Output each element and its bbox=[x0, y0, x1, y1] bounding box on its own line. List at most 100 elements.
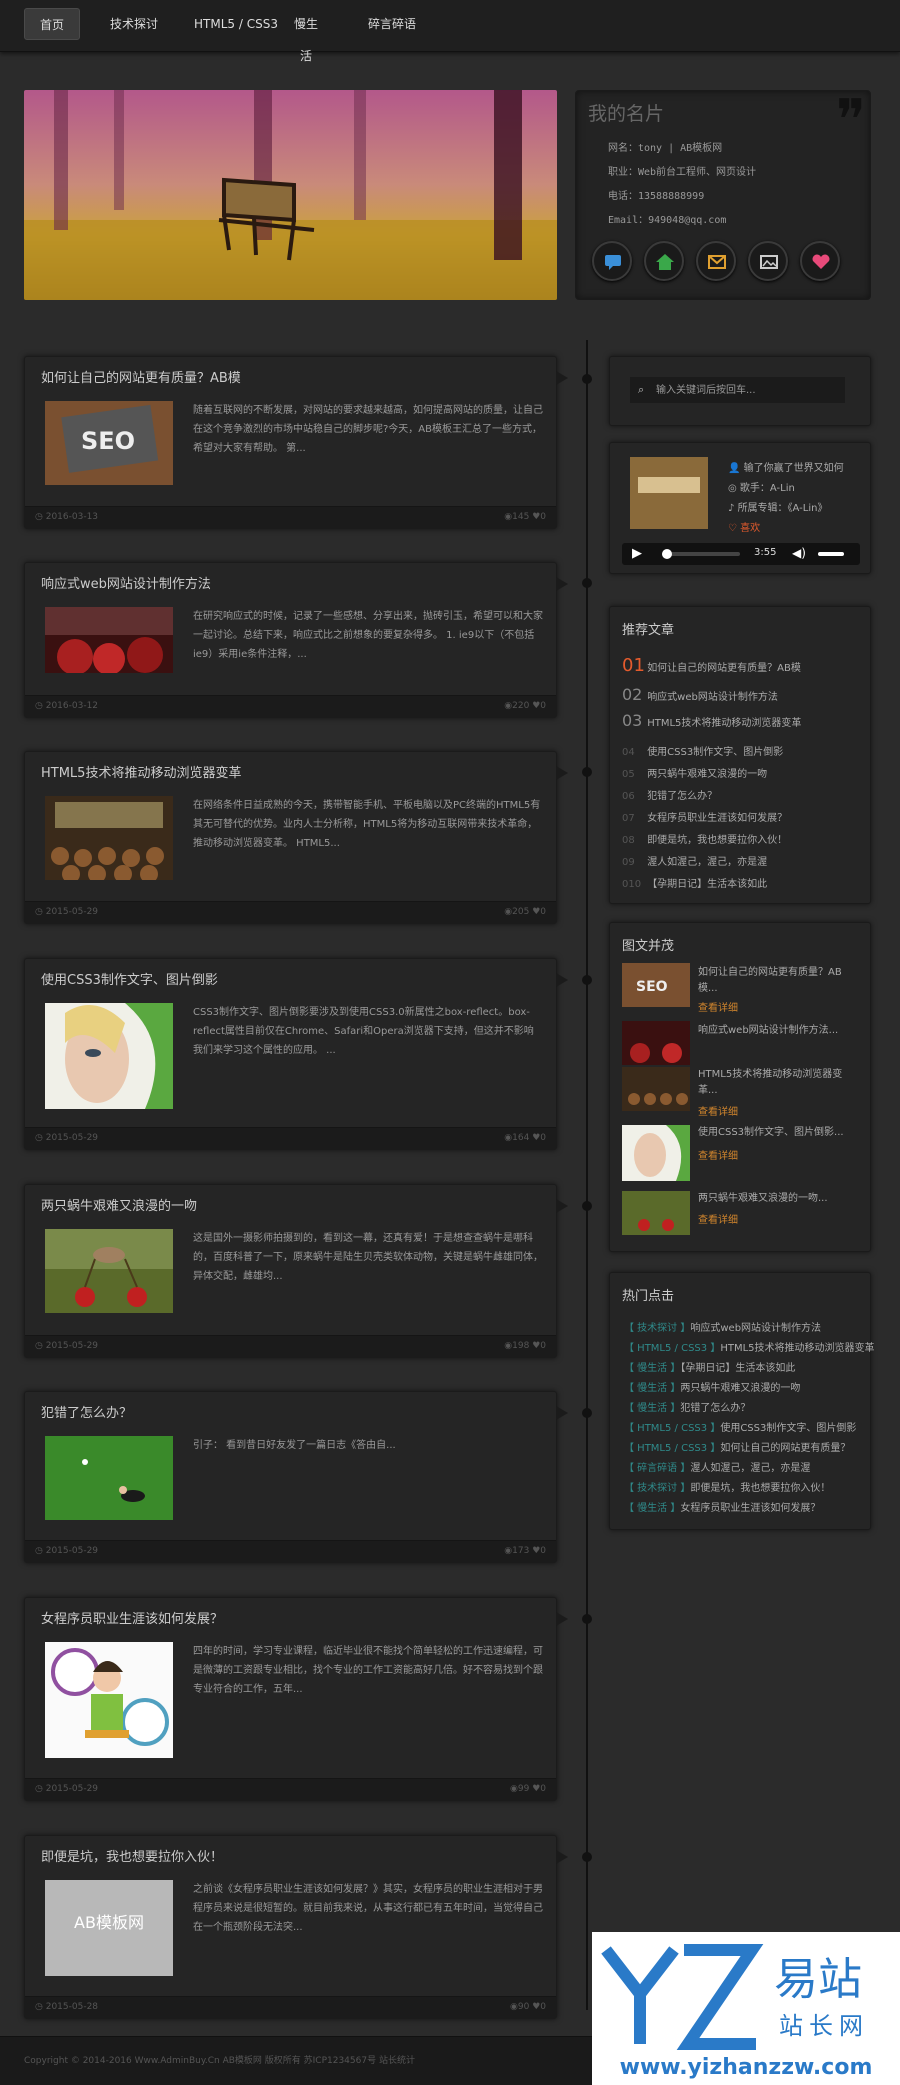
hot-item[interactable]: 【 慢生活 】犯错了怎么办？ bbox=[624, 1399, 750, 1414]
search-input[interactable] bbox=[630, 377, 845, 403]
song-title: 👤 输了你赢了世界又如何 bbox=[728, 463, 844, 474]
recommend-item[interactable]: 08 即便是坑，我也想要拉你入伙！ bbox=[622, 831, 787, 846]
quote-icon: ❞ bbox=[835, 88, 866, 153]
hot-item[interactable]: 【 慢生活 】两只蜗牛艰难又浪漫的一吻 bbox=[624, 1379, 800, 1394]
post-card[interactable]: 女程序员职业生涯该如何发展？ 四年的时间，学习专业课程，临近毕业很不能找个简单轻… bbox=[24, 1597, 568, 1801]
post-date: ◷ 2016-03-12 bbox=[35, 701, 99, 711]
nav-item-notes[interactable]: 碎言碎语 bbox=[350, 8, 434, 40]
post-thumbnail-football[interactable] bbox=[45, 1436, 173, 1520]
progress-handle[interactable] bbox=[662, 549, 672, 559]
post-title[interactable]: HTML5技术将推动移动浏览器变革 bbox=[41, 762, 241, 781]
post-stats: ◉220 ♥0 bbox=[504, 701, 546, 711]
timeline-dot bbox=[582, 374, 592, 384]
picnews-item-title[interactable]: HTML5技术将推动移动浏览器变革... bbox=[698, 1067, 858, 1099]
post-thumbnail-logo[interactable]: AB模板网 bbox=[45, 1880, 173, 1976]
picnews-item-title[interactable]: 使用CSS3制作文字、图片倒影... bbox=[698, 1125, 858, 1141]
home-icon[interactable] bbox=[644, 241, 684, 281]
post-arrow bbox=[556, 766, 568, 780]
progress-bar[interactable] bbox=[662, 552, 740, 556]
volume-icon[interactable]: ◀) bbox=[792, 546, 806, 560]
timeline-dot bbox=[582, 975, 592, 985]
post-card[interactable]: 两只蜗牛艰难又浪漫的一吻 这是国外一摄影师拍摄到的，看到这一幕，还真有爱！于是想… bbox=[24, 1184, 568, 1358]
timeline-dot bbox=[582, 1201, 592, 1211]
post-date: ◷ 2015-05-29 bbox=[35, 1341, 99, 1351]
recommend-item[interactable]: 07 女程序员职业生涯该如何发展？ bbox=[622, 809, 787, 824]
recommend-item[interactable]: 06 犯错了怎么办？ bbox=[622, 787, 717, 802]
recommend-item[interactable]: 03 HTML5技术将推动移动浏览器变革 bbox=[622, 711, 801, 730]
watermark-url: www.yizhanzzw.com bbox=[620, 2055, 873, 2080]
picnews-box: 图文并茂 SEO 如何让自己的网站更有质量？AB模... 查看详细 响应式web… bbox=[609, 922, 871, 1252]
post-footer: ◷ 2015-05-29 ◉205 ♥0 bbox=[25, 901, 556, 923]
post-card[interactable]: 即便是坑，我也想要拉你入伙！ AB模板网 之前谈《女程序员职业生涯该如何发展？》… bbox=[24, 1835, 568, 2019]
post-thumbnail-snails[interactable] bbox=[45, 1229, 173, 1313]
post-title[interactable]: 如何让自己的网站更有质量？AB模 bbox=[41, 367, 241, 386]
post-stats: ◉164 ♥0 bbox=[504, 1133, 546, 1143]
post-thumbnail-programmer[interactable] bbox=[45, 1642, 173, 1758]
hot-item[interactable]: 【 HTML5 / CSS3 】HTML5技术将推动移动浏览器变革 bbox=[624, 1339, 875, 1354]
post-title[interactable]: 响应式web网站设计制作方法 bbox=[41, 573, 211, 592]
heart-icon[interactable] bbox=[800, 241, 840, 281]
hot-item[interactable]: 【 碎言碎语 】渥人如渥己，渥己，亦是渥 bbox=[624, 1459, 810, 1474]
hot-item[interactable]: 【 慢生活 】女程序员职业生涯该如何发展？ bbox=[624, 1499, 820, 1514]
recommend-title: 推荐文章 bbox=[622, 623, 675, 638]
picnews-more-link[interactable]: 查看详细 bbox=[698, 999, 738, 1014]
recommend-item[interactable]: 09 渥人如渥己，渥己，亦是渥 bbox=[622, 853, 767, 868]
post-title[interactable]: 两只蜗牛艰难又浪漫的一吻 bbox=[41, 1195, 197, 1214]
recommend-item[interactable]: 02 响应式web网站设计制作方法 bbox=[622, 685, 778, 704]
recommend-item[interactable]: 05 两只蜗牛艰难又浪漫的一吻 bbox=[622, 765, 767, 780]
nav-item-slowlife[interactable]: 慢生活 bbox=[276, 8, 336, 63]
picnews-item-title[interactable]: 如何让自己的网站更有质量？AB模... bbox=[698, 965, 858, 997]
timeline-dot bbox=[582, 1408, 592, 1418]
chat-icon[interactable] bbox=[592, 241, 632, 281]
post-title[interactable]: 即便是坑，我也想要拉你入伙！ bbox=[41, 1846, 223, 1865]
picnews-thumb[interactable] bbox=[622, 1191, 690, 1235]
picnews-more-link[interactable]: 查看详细 bbox=[698, 1211, 738, 1226]
picnews-more-link[interactable]: 查看详细 bbox=[698, 1103, 738, 1118]
nav-item-tech[interactable]: 技术探讨 bbox=[92, 8, 176, 40]
recommend-item[interactable]: 01 如何让自己的网站更有质量？AB模 bbox=[622, 655, 801, 676]
volume-slider[interactable] bbox=[818, 552, 844, 556]
post-stats: ◉205 ♥0 bbox=[504, 907, 546, 917]
play-icon[interactable]: ▶ bbox=[632, 546, 642, 561]
post-thumbnail-face[interactable] bbox=[45, 1003, 173, 1109]
post-title[interactable]: 犯错了怎么办？ bbox=[41, 1402, 132, 1421]
hot-item[interactable]: 【 技术探讨 】响应式web网站设计制作方法 bbox=[624, 1319, 821, 1334]
search-icon: ⌕ bbox=[638, 383, 645, 396]
post-card[interactable]: 使用CSS3制作文字、图片倒影 CSS3制作文字、图片倒影要涉及到使用CSS3.… bbox=[24, 958, 568, 1150]
post-date: ◷ 2015-05-29 bbox=[35, 1133, 99, 1143]
mail-icon[interactable] bbox=[696, 241, 736, 281]
gallery-icon[interactable] bbox=[748, 241, 788, 281]
like-button[interactable]: ♡ 喜欢 bbox=[728, 519, 760, 534]
hot-item[interactable]: 【 HTML5 / CSS3 】如何让自己的网站更有质量？ bbox=[624, 1439, 850, 1454]
watermark-small-text: 站长网 bbox=[779, 2012, 869, 2040]
post-thumbnail-seo[interactable]: SEO bbox=[45, 401, 173, 485]
timeline-line bbox=[586, 340, 588, 2010]
post-thumbnail-responsive[interactable] bbox=[45, 607, 173, 673]
post-stats: ◉173 ♥0 bbox=[504, 1546, 546, 1556]
hot-item[interactable]: 【 技术探讨 】即便是坑，我也想要拉你入伙！ bbox=[624, 1479, 830, 1494]
post-title[interactable]: 使用CSS3制作文字、图片倒影 bbox=[41, 969, 218, 988]
post-card[interactable]: HTML5技术将推动移动浏览器变革 在网络条件日益成熟的今天，携带智能手机、平板… bbox=[24, 751, 568, 924]
post-card[interactable]: 如何让自己的网站更有质量？AB模 SEO 随着互联网的不断发展，对网站的要求越来… bbox=[24, 356, 568, 529]
picnews-item-title[interactable]: 响应式web网站设计制作方法... bbox=[698, 1023, 858, 1039]
nav-item-home[interactable]: 首页 bbox=[24, 8, 80, 40]
hot-item[interactable]: 【 慢生活 】【孕期日记】生活本该如此 bbox=[624, 1359, 795, 1374]
picnews-thumb[interactable] bbox=[622, 1021, 690, 1065]
picnews-more-link[interactable]: 查看详细 bbox=[698, 1147, 738, 1162]
post-date: ◷ 2015-05-28 bbox=[35, 2002, 99, 2012]
hot-item[interactable]: 【 HTML5 / CSS3 】使用CSS3制作文字、图片倒影 bbox=[624, 1419, 856, 1434]
picnews-thumb[interactable]: SEO bbox=[622, 963, 690, 1007]
recommend-box: 推荐文章 01 如何让自己的网站更有质量？AB模 02 响应式web网站设计制作… bbox=[609, 606, 871, 904]
post-title[interactable]: 女程序员职业生涯该如何发展？ bbox=[41, 1608, 223, 1627]
post-excerpt: 四年的时间，学习专业课程，临近毕业很不能找个简单轻松的工作迅速编程，可是微薄的工… bbox=[193, 1646, 543, 1695]
post-thumbnail-html5[interactable] bbox=[45, 796, 173, 880]
hero-banner-image bbox=[24, 90, 557, 300]
picnews-item-title[interactable]: 两只蜗牛艰难又浪漫的一吻... bbox=[698, 1191, 858, 1207]
recommend-item[interactable]: 010 【孕期日记】生活本该如此 bbox=[622, 875, 767, 890]
post-card[interactable]: 响应式web网站设计制作方法 在研究响应式的时候，记录了一些感想、分享出来，抛砖… bbox=[24, 562, 568, 718]
picnews-thumb[interactable] bbox=[622, 1125, 690, 1181]
recommend-item[interactable]: 04 使用CSS3制作文字、图片倒影 bbox=[622, 743, 783, 758]
post-card[interactable]: 犯错了怎么办？ 引子： 看到昔日好友发了一篇日志《答由自... ◷ 2015-0… bbox=[24, 1391, 568, 1563]
picnews-thumb[interactable] bbox=[622, 1067, 690, 1111]
top-nav: 首页 技术探讨 HTML5 / CSS3 慢生活 碎言碎语 bbox=[0, 0, 900, 63]
